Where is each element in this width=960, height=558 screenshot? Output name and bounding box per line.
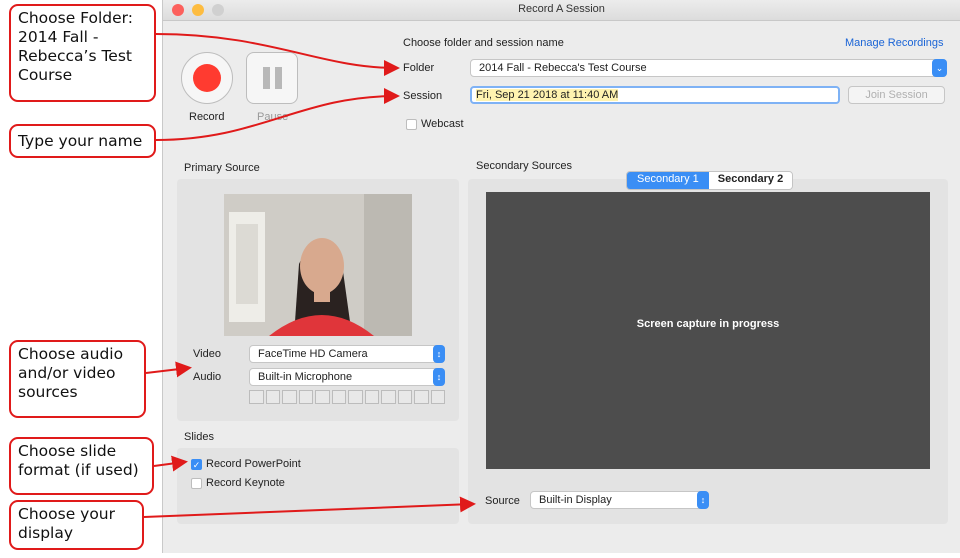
callout-choose-av: Choose audio and/or video sources xyxy=(9,340,146,418)
callout-choose-slides: Choose slide format (if used) xyxy=(9,437,154,495)
callout-choose-display: Choose your display xyxy=(9,500,144,550)
arrow-folder xyxy=(155,33,400,76)
arrow-av xyxy=(145,361,192,378)
callout-type-name: Type your name xyxy=(9,124,156,158)
arrow-slides xyxy=(153,455,188,472)
arrow-display xyxy=(143,496,476,518)
callout-choose-folder: Choose Folder: 2014 Fall - Rebecca’s Tes… xyxy=(9,4,156,102)
arrow-session xyxy=(155,88,400,141)
